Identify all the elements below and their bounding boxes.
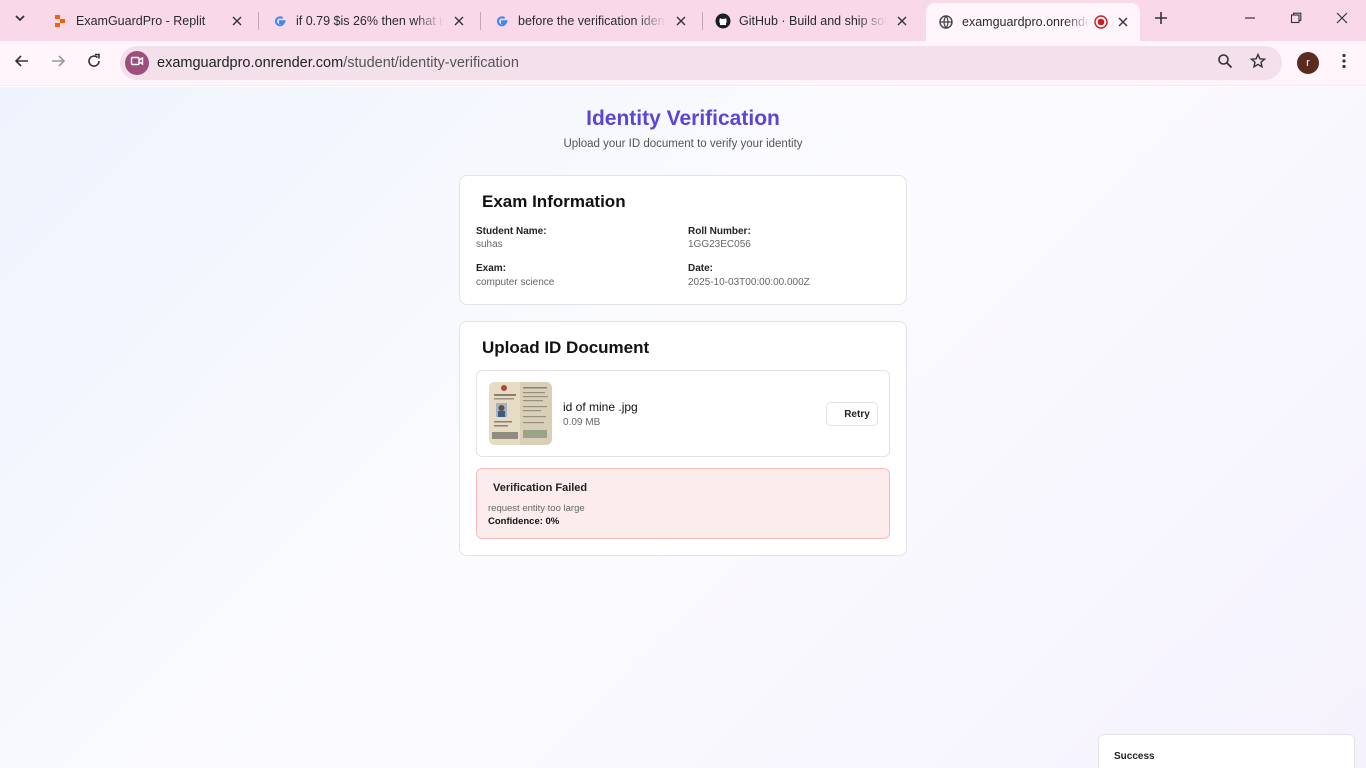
tab-search-button[interactable] [8,8,32,32]
verification-failed-alert: Verification Failed request entity too l… [476,468,890,539]
video-camera-icon [130,54,144,73]
tab-title: before the verification identi [518,13,666,28]
browser-toolbar: examguardpro.onrender.com/student/identi… [0,41,1366,86]
star-icon [1249,52,1267,74]
zoom-button[interactable] [1214,52,1236,74]
browser-menu-button[interactable] [1332,51,1356,75]
arrow-left-icon [14,53,30,74]
verification-confidence: Confidence: 0% [488,516,560,527]
student-name-value: suhas [476,239,503,250]
file-name: id of mine .jpg [563,400,638,414]
date-label: Date: [688,263,714,274]
bookmark-button[interactable] [1247,52,1269,74]
tab-title: ExamGuardPro - Replit [76,13,206,28]
roll-number-label: Roll Number: [688,226,751,237]
tab-github[interactable]: GitHub · Build and ship softw [703,4,919,37]
back-button[interactable] [8,49,36,77]
minimize-icon [1244,11,1256,29]
verification-error-message: request entity too large [488,503,585,514]
exam-label: Exam: [476,263,507,274]
retry-button[interactable]: Retry [826,402,878,426]
page-content: Identity Verification Upload your ID doc… [0,87,1366,768]
verification-status-title: Verification Failed [493,482,588,494]
replit-icon [52,13,68,29]
url-text[interactable]: examguardpro.onrender.com/student/identi… [157,55,519,71]
exam-info-heading: Exam Information [482,192,626,211]
upload-card: Upload ID Document id of mine .jpg 0.09 … [459,321,907,556]
id-document-thumbnail [489,382,552,445]
reload-button[interactable] [80,49,108,77]
student-name-label: Student Name: [476,226,547,237]
file-size: 0.09 MB [563,417,601,428]
site-info-button[interactable] [125,51,149,75]
plus-icon [1154,11,1168,30]
address-bar[interactable]: examguardpro.onrender.com/student/identi… [120,46,1282,80]
upload-heading: Upload ID Document [482,338,650,357]
close-icon[interactable] [228,12,246,30]
exam-value: computer science [476,277,555,288]
zoom-icon [1217,53,1233,74]
success-toast[interactable]: Success [1098,734,1355,768]
google-icon [272,13,288,29]
arrow-right-icon [50,53,66,74]
tab-google-search-2[interactable]: before the verification identi [482,4,698,37]
uploaded-file: id of mine .jpg 0.09 MB Retry [476,370,890,457]
restore-button[interactable] [1274,5,1318,35]
toast-title: Success [1114,751,1155,762]
profile-avatar[interactable]: r [1297,52,1319,74]
url-path: /student/identity-verification [343,55,519,71]
restore-icon [1290,11,1302,29]
tab-divider [480,12,481,30]
tab-strip: ExamGuardPro - Replit if 0.79 $is 26% th… [0,0,1366,41]
tab-examguardpro[interactable]: examguardpro.onrender [926,3,1140,41]
recording-icon [1094,15,1108,29]
close-window-button[interactable] [1320,5,1364,35]
url-host: examguardpro.onrender.com [157,55,344,71]
close-icon[interactable] [672,12,690,30]
chevron-down-icon [14,11,26,29]
more-vertical-icon [1342,53,1346,74]
forward-button[interactable] [44,49,72,77]
tab-title: if 0.79 $is 26% then what is 1 [296,13,444,28]
tab-divider [258,12,259,30]
page-title: Identity Verification [586,107,780,130]
page-subtitle: Upload your ID document to verify your i… [563,138,803,150]
close-icon [1336,11,1348,29]
tab-title: examguardpro.onrender [962,15,1090,29]
close-icon[interactable] [893,12,911,30]
globe-icon [938,14,954,30]
tab-title: GitHub · Build and ship softw [739,13,887,28]
close-icon[interactable] [1114,13,1132,31]
google-icon [494,13,510,29]
roll-number-value: 1GG23EC056 [688,239,751,250]
reload-icon [86,53,102,74]
date-value: 2025-10-03T00:00:00.000Z [688,277,810,288]
minimize-button[interactable] [1228,5,1272,35]
tab-google-search-1[interactable]: if 0.79 $is 26% then what is 1 [260,4,476,37]
exam-info-card: Exam Information Student Name: suhas Rol… [459,175,907,305]
tab-replit[interactable]: ExamGuardPro - Replit [40,4,254,37]
new-tab-button[interactable] [1150,9,1172,31]
close-icon[interactable] [450,12,468,30]
github-icon [715,13,731,29]
